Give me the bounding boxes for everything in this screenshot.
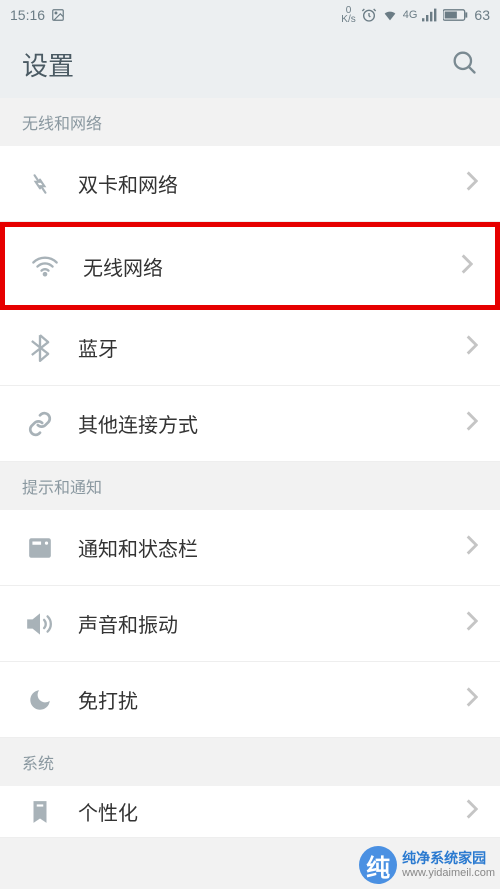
settings-item-other-connection[interactable]: 其他连接方式 [0,386,500,462]
watermark-url: www.yidaimeil.com [402,867,495,880]
personalization-label: 个性化 [78,797,466,826]
settings-item-bluetooth[interactable]: 蓝牙 [0,310,500,386]
section-wireless-header: 无线和网络 [0,98,500,146]
settings-item-dnd[interactable]: 免打扰 [0,662,500,738]
status-bar: 15:16 0 K/s 4G 63 [0,0,500,30]
chevron-right-icon [466,535,478,560]
settings-item-sim[interactable]: 双卡和网络 [0,146,500,222]
dnd-label: 免打扰 [78,685,466,714]
chevron-right-icon [466,611,478,636]
image-icon [51,8,65,22]
bluetooth-label: 蓝牙 [78,333,466,362]
wifi-status-icon [382,7,398,23]
status-time: 15:16 [10,7,45,23]
chevron-right-icon [466,687,478,712]
settings-item-notification-status[interactable]: 通知和状态栏 [0,510,500,586]
section-system-header: 系统 [0,738,500,786]
watermark-logo: 纯 [359,846,397,884]
search-icon[interactable] [450,48,478,81]
chevron-right-icon [466,335,478,360]
alarm-icon [361,7,377,23]
other-connection-label: 其他连接方式 [78,409,466,438]
chevron-right-icon [461,254,473,279]
bluetooth-icon [22,330,58,366]
page-title: 设置 [22,46,74,83]
watermark-label: 纯净系统家园 [402,850,495,867]
chevron-right-icon [466,171,478,196]
moon-icon [22,682,58,718]
settings-item-sound[interactable]: 声音和振动 [0,586,500,662]
settings-item-wifi[interactable]: 无线网络 [0,222,500,310]
watermark: 纯 纯净系统家园 www.yidaimeil.com [359,846,495,884]
sound-label: 声音和振动 [78,609,466,638]
notification-status-label: 通知和状态栏 [78,533,466,562]
sim-label: 双卡和网络 [78,169,466,198]
settings-header: 设置 [0,30,500,98]
chevron-right-icon [466,411,478,436]
signal-type: 4G [403,9,418,21]
battery-icon [443,8,469,22]
sound-icon [22,606,58,642]
section-notifications-header: 提示和通知 [0,462,500,510]
settings-item-personalization[interactable]: 个性化 [0,786,500,838]
wifi-icon [27,248,63,284]
link-icon [22,406,58,442]
signal-icon [422,8,438,22]
wifi-label: 无线网络 [83,252,461,281]
net-speed-indicator: 0 K/s [341,6,355,24]
battery-percent: 63 [474,7,490,23]
chevron-right-icon [466,799,478,824]
notification-icon [22,530,58,566]
sim-icon [22,166,58,202]
personalization-icon [22,794,58,830]
